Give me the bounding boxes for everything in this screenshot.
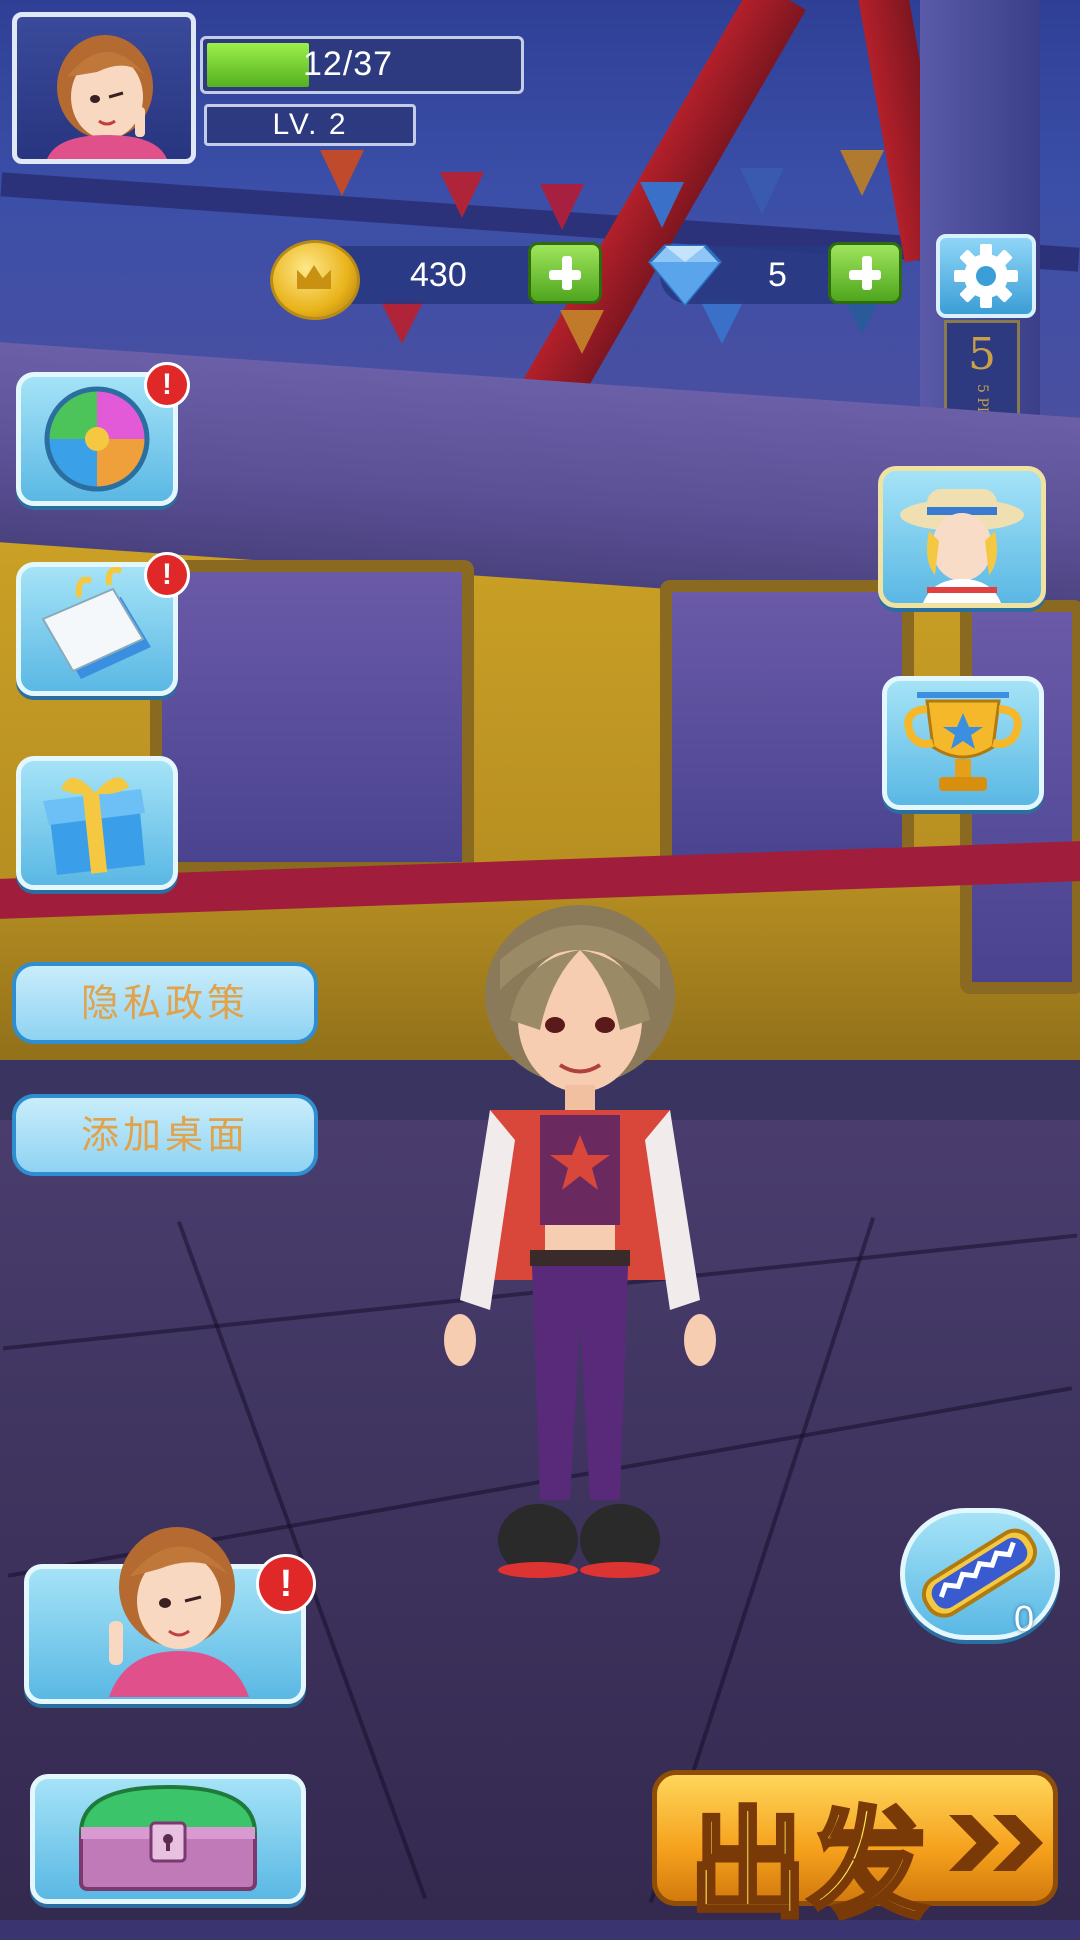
gem-amount: 5 [768,256,787,294]
train-window [660,580,914,874]
player-character [444,905,716,1578]
pennant [320,150,364,196]
character-outfit-icon [900,489,1024,603]
player-avatar [47,35,167,159]
treasure-chest-button[interactable] [30,1774,306,1904]
coin-amount: 430 [410,256,467,294]
add-coins-button[interactable] [528,242,602,304]
hoverboard-button[interactable] [900,1508,1060,1640]
player-avatar-button[interactable] [12,12,196,164]
xp-progress-fill [207,43,309,87]
xp-progress-bar: 12/37 [200,36,524,94]
gear-icon [954,244,1018,308]
characters-alert-badge: ! [256,1554,316,1614]
pennant [740,168,784,214]
arrow-right-icon [993,1815,1043,1871]
start-run-button[interactable]: 出发 [652,1770,1058,1937]
pennant [840,150,884,196]
pennant [440,172,484,218]
pennant [560,310,604,354]
pennant [380,300,424,344]
gem-icon [647,244,723,307]
coin-icon [270,240,360,320]
gift-button[interactable] [16,756,178,890]
pennant [540,184,584,230]
trophy-icon [904,692,1022,791]
character-outfit-button[interactable] [878,466,1046,608]
arrow-right-icon [949,1815,999,1871]
leaderboard-button[interactable] [882,676,1044,810]
add-gems-button[interactable] [828,242,902,304]
train-window [150,560,474,874]
gift-icon [43,777,145,875]
settings-button[interactable] [936,234,1036,318]
daily-checkin-alert-badge: ! [144,552,190,598]
xp-text: 12/37 [303,45,394,83]
pennant [640,182,684,228]
lucky-wheel-alert-badge: ! [144,362,190,408]
hoverboard-count: 0 [1014,1598,1035,1639]
treasure-chest-icon [78,1784,258,1891]
start-run-label: 出发 [686,1794,930,1937]
privacy-policy-button[interactable]: 隐私政策 [12,962,318,1044]
player-level: LV. 2 [204,104,416,146]
add-to-desktop-button[interactable]: 添加桌面 [12,1094,318,1176]
